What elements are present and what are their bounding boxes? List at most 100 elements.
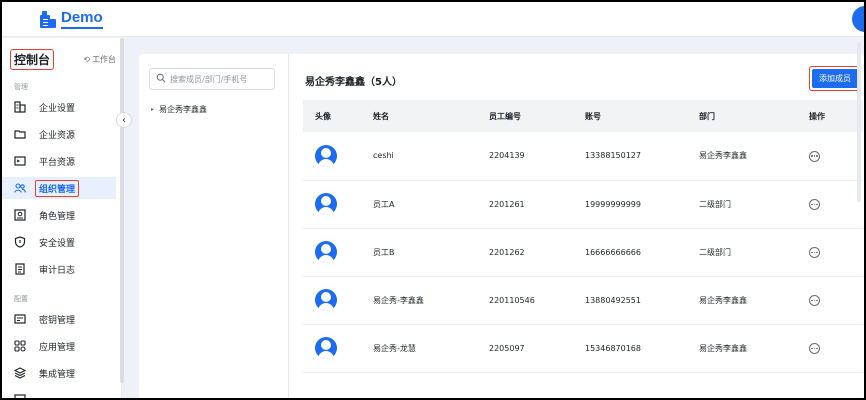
sidebar-item-key-management[interactable]: 密钥管理 <box>2 308 116 330</box>
member-list-pane: 易企秀李鑫鑫（5人） 添加成员 头像 姓名 员工编号 账号 部门 操作 cesh… <box>289 54 864 398</box>
department-title: 易企秀李鑫鑫（5人） <box>305 77 402 88</box>
log-icon <box>14 263 26 275</box>
member-account: 15346870168 <box>585 324 699 373</box>
search-box[interactable] <box>149 68 275 90</box>
partial-item-icon <box>14 394 26 398</box>
caret-right-icon[interactable]: ▸ <box>151 106 154 113</box>
more-actions-icon[interactable] <box>809 150 820 162</box>
console-title: 控制台 <box>10 48 55 70</box>
logo[interactable]: Demo <box>40 9 103 29</box>
member-name: 易企秀-龙慧 <box>373 324 489 373</box>
member-employee-id: 2201261 <box>489 180 585 229</box>
member-employee-id: 2204139 <box>489 132 585 181</box>
column-header-employee-id: 员工编号 <box>489 100 585 132</box>
user-avatar[interactable] <box>852 6 864 32</box>
tree-node-root[interactable]: ▸ 易企秀李鑫鑫 <box>151 104 207 115</box>
table-row[interactable]: 易企秀-龙慧 2205097 15346870168 易企秀李鑫鑫 <box>303 324 863 373</box>
logo-icon <box>40 10 56 28</box>
sidebar-item-audit-log[interactable]: 审计日志 <box>2 258 116 280</box>
member-employee-id: 2201262 <box>489 228 585 277</box>
member-department: 二级部门 <box>699 180 809 229</box>
member-avatar <box>315 144 337 167</box>
table-row[interactable]: 易企秀-李鑫鑫 220110546 13880492551 易企秀李鑫鑫 <box>303 276 863 325</box>
sidebar-scrollbar[interactable] <box>120 38 124 383</box>
add-member-button[interactable]: 添加成员 <box>812 69 858 88</box>
folder-icon <box>14 128 26 140</box>
member-avatar <box>315 337 337 359</box>
member-department: 二级部门 <box>699 228 809 277</box>
role-icon <box>14 209 26 221</box>
member-avatar <box>315 193 337 215</box>
sidebar-item-role-management[interactable]: 角色管理 <box>2 204 116 226</box>
logo-text: Demo <box>61 9 103 29</box>
sidebar: 控制台 ⟲ 工作台 管理 企业设置 企业资源 平台资源 组织管理 角色管理 安全… <box>2 38 122 398</box>
column-header-account: 账号 <box>585 100 699 132</box>
column-header-avatar: 头像 <box>303 100 373 132</box>
member-account: 13388150127 <box>585 132 699 181</box>
more-actions-icon[interactable] <box>809 198 820 210</box>
member-name: 员工B <box>373 228 489 277</box>
layers-icon <box>14 367 26 379</box>
content-scrollbar[interactable] <box>857 42 861 202</box>
member-department: 易企秀李鑫鑫 <box>699 132 809 181</box>
shield-icon <box>14 236 26 248</box>
sidebar-item-platform-resources[interactable]: 平台资源 <box>2 150 116 172</box>
refresh-icon: ⟲ <box>83 54 90 64</box>
column-header-department: 部门 <box>699 100 809 132</box>
more-actions-icon[interactable] <box>809 246 820 258</box>
member-employee-id: 2205097 <box>489 324 585 373</box>
sidebar-item-label: 组织管理 <box>35 179 80 197</box>
org-tree-pane: ▸ 易企秀李鑫鑫 <box>139 54 289 398</box>
people-icon <box>14 182 26 194</box>
more-actions-icon[interactable] <box>809 342 820 354</box>
column-header-name: 姓名 <box>373 100 489 132</box>
member-account: 13880492551 <box>585 276 699 325</box>
sidebar-item-label: 企业设置 <box>39 103 76 114</box>
sidebar-item-label: 密钥管理 <box>39 315 76 326</box>
member-name: ceshi <box>373 132 489 181</box>
search-icon <box>156 73 166 86</box>
table-row[interactable]: ceshi 2204139 13388150127 易企秀李鑫鑫 <box>303 132 863 181</box>
sidebar-item-label: 安全设置 <box>39 238 76 249</box>
chevron-left-icon: ‹ <box>122 114 126 126</box>
add-member-highlight: 添加成员 <box>809 66 861 91</box>
member-name: 易企秀-李鑫鑫 <box>373 276 489 325</box>
member-department: 易企秀李鑫鑫 <box>699 324 809 373</box>
search-input[interactable] <box>170 74 270 84</box>
sidebar-item-label: 角色管理 <box>39 211 76 222</box>
member-employee-id: 220110546 <box>489 276 585 325</box>
more-actions-icon[interactable] <box>809 294 820 306</box>
member-account: 19999999999 <box>585 180 699 229</box>
sidebar-item-org-management[interactable]: 组织管理 <box>2 177 116 199</box>
sidebar-item-label: 平台资源 <box>39 157 76 168</box>
sidebar-item-label: 审计日志 <box>39 265 76 276</box>
table-row[interactable]: 员工A 2201261 19999999999 二级部门 <box>303 180 863 229</box>
sidebar-item-enterprise-settings[interactable]: 企业设置 <box>2 96 116 118</box>
building-icon <box>14 101 26 113</box>
collapse-sidebar-button[interactable]: ‹ <box>116 112 132 128</box>
member-department: 易企秀李鑫鑫 <box>699 276 809 325</box>
workbench-label: 工作台 <box>92 54 116 64</box>
apps-icon <box>14 340 26 352</box>
member-account: 16666666666 <box>585 228 699 277</box>
app-window: Demo 控制台 ⟲ 工作台 管理 企业设置 企业资源 平台资源 组织管理 角色… <box>0 0 866 400</box>
group-label-config: 配置 <box>14 295 28 303</box>
member-name: 员工A <box>373 180 489 229</box>
sidebar-item-security-settings[interactable]: 安全设置 <box>2 231 116 253</box>
table-header-row: 头像 姓名 员工编号 账号 部门 操作 <box>303 100 863 132</box>
sidebar-item-enterprise-resources[interactable]: 企业资源 <box>2 123 116 145</box>
sidebar-item-partial[interactable] <box>2 389 116 398</box>
member-table: 头像 姓名 员工编号 账号 部门 操作 ceshi 2204139 133881… <box>303 100 863 373</box>
member-avatar <box>315 241 337 263</box>
top-bar: Demo <box>2 2 864 37</box>
sidebar-item-label: 企业资源 <box>39 130 76 141</box>
workbench-link[interactable]: ⟲ 工作台 <box>83 54 116 65</box>
table-row[interactable]: 员工B 2201262 16666666666 二级部门 <box>303 228 863 277</box>
group-label-manage: 管理 <box>14 83 28 91</box>
sidebar-item-integration-management[interactable]: 集成管理 <box>2 362 116 384</box>
platform-icon <box>14 155 26 167</box>
main-card: ▸ 易企秀李鑫鑫 易企秀李鑫鑫（5人） 添加成员 头像 姓名 员工编号 账号 部… <box>139 54 864 398</box>
tree-node-label: 易企秀李鑫鑫 <box>159 105 208 114</box>
sidebar-item-app-management[interactable]: 应用管理 <box>2 335 116 357</box>
key-icon <box>14 313 26 325</box>
